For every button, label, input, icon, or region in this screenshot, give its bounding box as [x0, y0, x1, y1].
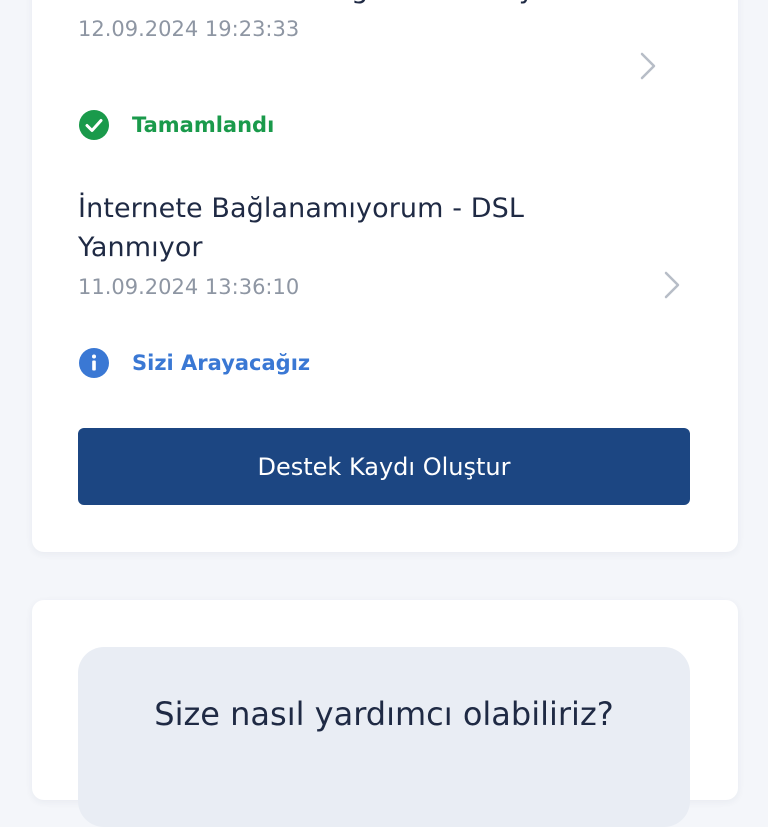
info-circle-icon — [79, 348, 109, 378]
ticket-item[interactable]: İnternete Bağlanamıyorum - DSL Yanmıyor … — [78, 189, 598, 299]
check-circle-icon — [79, 110, 109, 140]
ticket-status: Sizi Arayacağız — [78, 346, 310, 380]
ticket-date: 12.09.2024 19:23:33 — [78, 17, 300, 41]
help-card: Size nasıl yardımcı olabiliriz? — [32, 600, 738, 827]
ticket-item[interactable]: Arızam Hakkında Bilgi Almak İstiyorum 12… — [78, 0, 698, 41]
ticket-status: Tamamlandı — [78, 108, 274, 142]
support-tickets-card: Arızam Hakkında Bilgi Almak İstiyorum 12… — [32, 0, 738, 552]
chevron-right-icon[interactable] — [634, 46, 664, 86]
create-support-ticket-button[interactable]: Destek Kaydı Oluştur — [78, 428, 690, 505]
ticket-date: 11.09.2024 13:36:10 — [78, 275, 300, 299]
status-label: Tamamlandı — [132, 113, 275, 137]
ticket-title: İnternete Bağlanamıyorum - DSL Yanmıyor — [78, 193, 525, 263]
help-title: Size nasıl yardımcı olabiliriz? — [154, 695, 614, 733]
help-box: Size nasıl yardımcı olabiliriz? — [78, 647, 690, 827]
ticket-title: Arızam Hakkında Bilgi Almak İstiyorum — [78, 0, 698, 9]
chevron-right-icon[interactable] — [658, 265, 688, 305]
status-label: Sizi Arayacağız — [132, 351, 311, 375]
